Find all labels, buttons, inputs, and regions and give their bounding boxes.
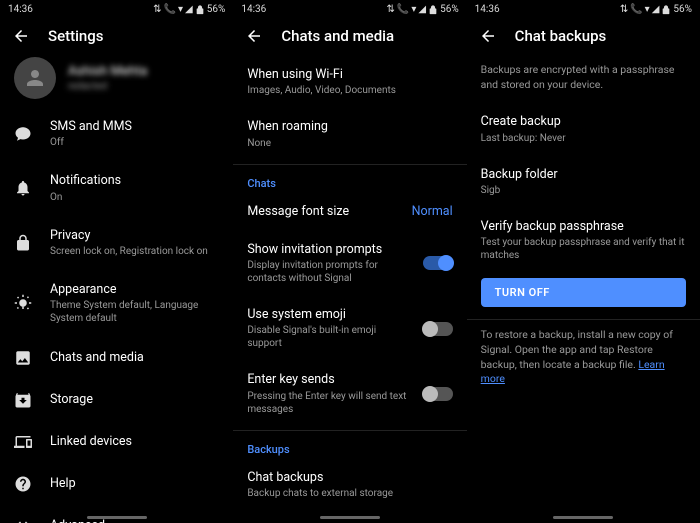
profile-name: Ashish Mehta xyxy=(68,64,219,79)
devices-icon xyxy=(14,433,32,451)
lock-icon xyxy=(14,234,32,252)
status-time: 14:36 xyxy=(241,4,266,15)
chat-icon xyxy=(14,125,32,143)
header: Chat backups xyxy=(467,17,700,57)
section-backups: Backups xyxy=(233,433,466,460)
item-title: Appearance xyxy=(50,282,219,298)
switch-invitation[interactable] xyxy=(423,256,453,270)
screen-chats-media: 14:36 ⇅📞▾◢ 56% Chats and media When usin… xyxy=(233,0,466,523)
status-time: 14:36 xyxy=(8,4,33,15)
nav-bar xyxy=(233,516,466,519)
item-sub: Screen lock on, Registration lock on xyxy=(50,245,219,258)
page-title: Settings xyxy=(48,27,104,45)
item-title: Notifications xyxy=(50,173,219,189)
settings-item-sms-and-mms[interactable]: SMS and MMSOff xyxy=(0,107,233,161)
bell-icon xyxy=(14,179,32,197)
item-title: Help xyxy=(50,476,219,492)
item-title: Linked devices xyxy=(50,434,219,450)
switch-emoji[interactable] xyxy=(423,322,453,336)
item-title: Storage xyxy=(50,392,219,408)
item-sub: Off xyxy=(50,136,219,149)
item-title: Privacy xyxy=(50,228,219,244)
row-create-backup[interactable]: Create backup Last backup: Never xyxy=(467,104,700,156)
settings-item-chats-and-media[interactable]: Chats and media xyxy=(0,337,233,379)
page-title: Chat backups xyxy=(515,27,607,45)
avatar xyxy=(14,57,56,99)
status-bar: 14:36 ⇅📞▾◢ 56% xyxy=(467,0,700,17)
row-invitation-prompts[interactable]: Show invitation prompts Display invitati… xyxy=(233,232,466,297)
status-icons: ⇅📞▾◢ 56% xyxy=(153,4,225,15)
settings-item-privacy[interactable]: PrivacyScreen lock on, Registration lock… xyxy=(0,216,233,270)
backup-intro: Backups are encrypted with a passphrase … xyxy=(467,57,700,104)
status-time: 14:36 xyxy=(475,4,500,15)
settings-item-storage[interactable]: Storage xyxy=(0,379,233,421)
header: Chats and media xyxy=(233,17,466,57)
sun-icon xyxy=(14,294,32,312)
row-font-size[interactable]: Message font size Normal xyxy=(233,194,466,232)
row-verify-passphrase[interactable]: Verify backup passphrase Test your backu… xyxy=(467,209,700,274)
settings-list: SMS and MMSOff Notifications On PrivacyScre… xyxy=(0,107,233,523)
switch-enter[interactable] xyxy=(423,387,453,401)
font-size-value: Normal xyxy=(412,204,453,219)
row-enter-sends[interactable]: Enter key sends Pressing the Enter key w… xyxy=(233,362,466,427)
archive-icon xyxy=(14,391,32,409)
nav-bar xyxy=(0,516,233,519)
status-bar: 14:36 ⇅📞▾◢ 56% xyxy=(0,0,233,17)
turn-off-button[interactable]: TURN OFF xyxy=(481,278,686,307)
row-roaming[interactable]: When roaming None xyxy=(233,109,466,161)
settings-item-advanced[interactable]: Advanced xyxy=(0,505,233,523)
item-sub: On xyxy=(50,191,219,204)
settings-item-linked-devices[interactable]: Linked devices xyxy=(0,421,233,463)
back-icon[interactable] xyxy=(12,27,30,45)
restore-info: To restore a backup, install a new copy … xyxy=(467,322,700,399)
status-icons: ⇅📞▾◢ 56% xyxy=(620,4,692,15)
status-bar: 14:36 ⇅📞▾◢ 56% xyxy=(233,0,466,17)
row-chat-backups[interactable]: Chat backups Backup chats to external st… xyxy=(233,460,466,512)
settings-item-appearance[interactable]: AppearanceTheme System default, Language… xyxy=(0,270,233,337)
back-icon[interactable] xyxy=(245,27,263,45)
row-system-emoji[interactable]: Use system emoji Disable Signal's built-… xyxy=(233,297,466,362)
image-icon xyxy=(14,349,32,367)
item-title: Chats and media xyxy=(50,350,219,366)
nav-bar xyxy=(467,516,700,519)
item-sub: Theme System default, Language System de… xyxy=(50,299,219,325)
settings-item-notifications[interactable]: Notifications On xyxy=(0,161,233,215)
item-title: SMS and MMS xyxy=(50,119,219,135)
profile-sub: redacted xyxy=(68,81,219,92)
status-icons: ⇅📞▾◢ 56% xyxy=(387,4,459,15)
page-title: Chats and media xyxy=(281,27,394,45)
help-icon xyxy=(14,475,32,493)
settings-item-help[interactable]: Help xyxy=(0,463,233,505)
back-icon[interactable] xyxy=(479,27,497,45)
screen-chat-backups: 14:36 ⇅📞▾◢ 56% Chat backups Backups are … xyxy=(467,0,700,523)
section-chats: Chats xyxy=(233,167,466,194)
profile-row[interactable]: Ashish Mehta redacted xyxy=(0,57,233,107)
screen-settings: 14:36 ⇅📞▾◢ 56% Settings Ashish Mehta red… xyxy=(0,0,233,523)
row-backup-folder[interactable]: Backup folder Sigb xyxy=(467,157,700,209)
header: Settings xyxy=(0,17,233,57)
row-wifi[interactable]: When using Wi-Fi Images, Audio, Video, D… xyxy=(233,57,466,109)
chats-media-list: When using Wi-Fi Images, Audio, Video, D… xyxy=(233,57,466,523)
